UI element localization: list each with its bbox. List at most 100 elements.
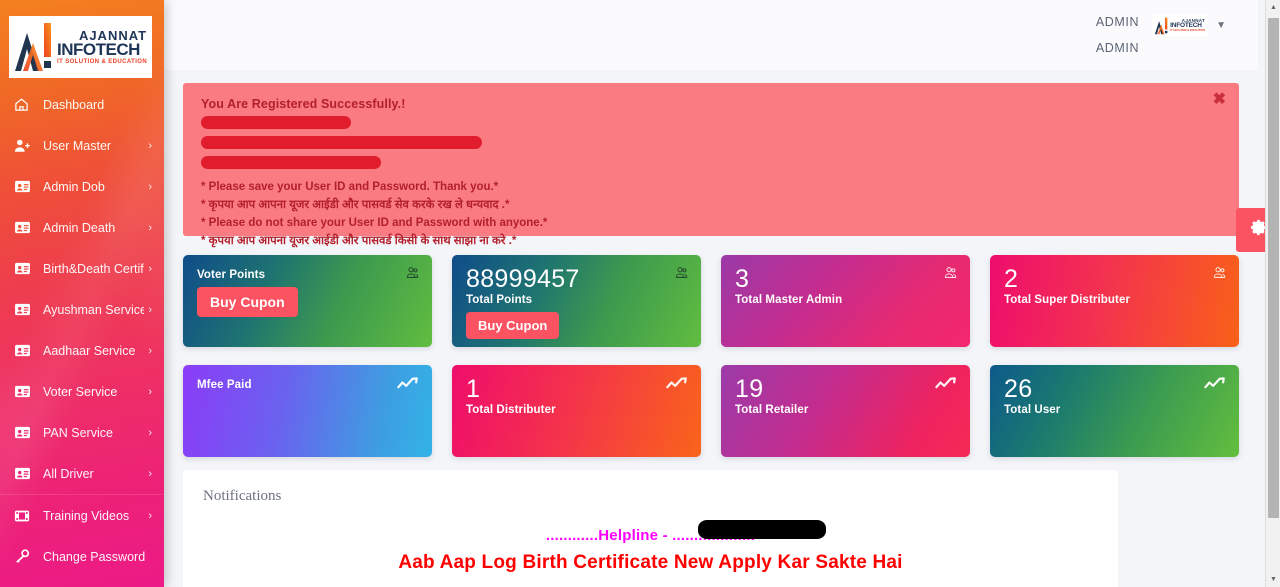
stat-card-label: Total Points: [466, 294, 533, 306]
stat-cards: Voter Points Buy Cupon 88999457 Total Po…: [183, 255, 1239, 457]
stat-card-label: Total Master Admin: [735, 294, 843, 306]
sidebar-item-training-videos[interactable]: Training Videos ›: [0, 495, 164, 536]
alert-notes: * Please save your User ID and Password.…: [201, 178, 1221, 250]
sidebar-item-change-password[interactable]: Change Password: [0, 536, 164, 577]
chevron-right-icon: ›: [148, 139, 152, 152]
stat-card-total-master-admin[interactable]: 3 Total Master Admin: [721, 255, 970, 347]
stat-card-label: Total Super Distributer: [1004, 294, 1131, 306]
chevron-right-icon: ›: [148, 426, 152, 439]
stat-card-voter-points[interactable]: Voter Points Buy Cupon: [183, 255, 432, 347]
key-icon: [14, 549, 34, 564]
sidebar-item-label: Dashboard: [43, 97, 105, 112]
user-name-label: ADMIN: [1095, 41, 1140, 55]
buy-cupon-button[interactable]: Buy Cupon: [466, 312, 560, 339]
app-root: AJANNAT INFOTECH IT SOLUTION & EDUCATION…: [0, 0, 1280, 587]
logo-mark-icon: [1154, 17, 1169, 35]
header-brand-logo: AJANNAT INFOTECH IT SOLUTION & EDUCATION: [1152, 15, 1209, 36]
chevron-right-icon: ›: [148, 303, 152, 316]
redacted-credential-3: [201, 156, 381, 169]
users-icon: [1213, 266, 1226, 284]
sidebar-item-admin-dob[interactable]: Admin Dob ›: [0, 166, 164, 207]
redacted-credential-2: [201, 136, 482, 149]
sidebar-item-dashboard[interactable]: Dashboard: [0, 84, 164, 125]
brand-line3: IT SOLUTION & EDUCATION: [1170, 28, 1206, 32]
buy-cupon-button[interactable]: Buy Cupon: [197, 287, 298, 317]
notifications-body: ............Helpline - .................…: [203, 520, 1098, 574]
sidebar-item-label: Ayushman Service: [43, 302, 145, 317]
close-icon[interactable]: ✖: [1213, 92, 1226, 108]
sidebar-item-voter-service[interactable]: Voter Service ›: [0, 371, 164, 412]
chevron-right-icon: ›: [148, 344, 152, 357]
sidebar-item-all-driver[interactable]: All Driver ›: [0, 453, 164, 494]
stat-card-value: 2: [1004, 265, 1019, 293]
chart-line-icon: [935, 376, 957, 395]
sidebar-item-aadhaar-service[interactable]: Aadhaar Service ›: [0, 330, 164, 371]
sidebar-item-label: Change Password: [43, 549, 146, 564]
stat-card-value: 26: [1004, 375, 1033, 403]
stat-card-total-retailer[interactable]: 19 Total Retailer: [721, 365, 970, 457]
stat-card-label: Total Distributer: [466, 404, 556, 416]
notification-marquee: Aab Aap Log Birth Certificate New Apply …: [398, 552, 903, 573]
scrollbar-down-arrow-icon[interactable]: ▼: [1266, 572, 1280, 587]
stat-card-value: 19: [735, 375, 764, 403]
alert-note: * कृपया आप आपना यूजर आईडी और पासवर्ड किस…: [201, 235, 517, 247]
user-role-label: ADMIN: [1095, 15, 1140, 29]
helpline-text: ............Helpline - .................…: [546, 520, 826, 544]
chart-line-icon: [1204, 376, 1226, 395]
stat-card-label: Total User: [1004, 404, 1061, 416]
sidebar-item-label: Birth&Death Certificate: [43, 261, 144, 276]
brand-line3: IT SOLUTION & EDUCATION: [57, 59, 148, 65]
stat-card-row-1: Voter Points Buy Cupon 88999457 Total Po…: [183, 255, 1239, 347]
sidebar-item-user-master[interactable]: User Master ›: [0, 125, 164, 166]
brand-logo[interactable]: AJANNAT INFOTECH IT SOLUTION & EDUCATION: [9, 16, 152, 78]
brand-logo-text: AJANNAT INFOTECH IT SOLUTION & EDUCATION: [57, 29, 147, 65]
stat-card-mfee-paid[interactable]: Mfee Paid: [183, 365, 432, 457]
sidebar-item-label: PAN Service: [43, 425, 113, 440]
stat-card-total-super-distributer[interactable]: 2 Total Super Distributer: [990, 255, 1239, 347]
users-icon: [406, 266, 419, 284]
sidebar-item-admin-death[interactable]: Admin Death ›: [0, 207, 164, 248]
stat-card-label: Mfee Paid: [197, 379, 252, 391]
stat-card-value: 1: [466, 375, 481, 403]
user-names: ADMIN ADMIN: [1096, 13, 1139, 57]
scrollbar-up-arrow-icon[interactable]: ▲: [1266, 0, 1280, 15]
sidebar-item-pan-service[interactable]: PAN Service ›: [0, 412, 164, 453]
header-brand-text: AJANNAT INFOTECH IT SOLUTION & EDUCATION: [1170, 18, 1206, 33]
success-alert: You Are Registered Successfully.! * Plea…: [183, 83, 1239, 247]
sidebar-item-ayushman-service[interactable]: Ayushman Service ›: [0, 289, 164, 330]
chevron-down-icon[interactable]: ▼: [1216, 20, 1226, 31]
chevron-right-icon: ›: [148, 262, 152, 275]
sidebar-item-label: Admin Dob: [43, 179, 105, 194]
chevron-right-icon: ›: [148, 509, 152, 522]
stat-card-label: Voter Points: [197, 269, 266, 281]
scrollbar-thumb[interactable]: [1268, 18, 1279, 518]
sidebar-item-label: User Master: [43, 138, 112, 153]
stat-card-total-user[interactable]: 26 Total User: [990, 365, 1239, 457]
user-menu[interactable]: ADMIN ADMIN AJANNAT INFOTECH IT SOLUTION…: [1096, 0, 1258, 57]
sidebar-item-label: Aadhaar Service: [43, 343, 136, 358]
top-header: ADMIN ADMIN AJANNAT INFOTECH IT SOLUTION…: [164, 0, 1258, 70]
stat-card-label: Total Retailer: [735, 404, 809, 416]
redacted-phone-number: [697, 520, 826, 539]
users-icon: [675, 266, 688, 284]
notifications-panel: Notifications ............Helpline - ...…: [183, 470, 1118, 587]
home-icon: [14, 97, 34, 112]
id-card-icon: [14, 385, 34, 398]
sidebar: AJANNAT INFOTECH IT SOLUTION & EDUCATION…: [0, 0, 164, 587]
stat-card-total-points[interactable]: 88999457 Total Points Buy Cupon: [452, 255, 701, 347]
stat-card-value: 88999457: [466, 265, 580, 293]
id-card-icon: [14, 262, 34, 275]
stat-card-value: 3: [735, 265, 750, 293]
alert-note: * Please save your User ID and Password.…: [201, 181, 499, 193]
stat-card-total-distributer[interactable]: 1 Total Distributer: [452, 365, 701, 457]
alert-note: * कृपया आप आपना यूजर आईडी और पासवर्ड सेव…: [201, 199, 510, 211]
page-scrollbar[interactable]: ▲ ▼: [1265, 0, 1280, 587]
alert-note: * Please do not share your User ID and P…: [201, 217, 548, 229]
sidebar-item-label: Training Videos: [43, 508, 130, 523]
main-content: You Are Registered Successfully.! * Plea…: [164, 70, 1258, 587]
helpline-line: ............Helpline - .................…: [203, 520, 1098, 545]
brand-line2: INFOTECH: [57, 40, 140, 59]
chart-line-icon: [397, 376, 419, 395]
sidebar-item-birth-death-certificate[interactable]: Birth&Death Certificate ›: [0, 248, 164, 289]
sidebar-item-label: Admin Death: [43, 220, 116, 235]
